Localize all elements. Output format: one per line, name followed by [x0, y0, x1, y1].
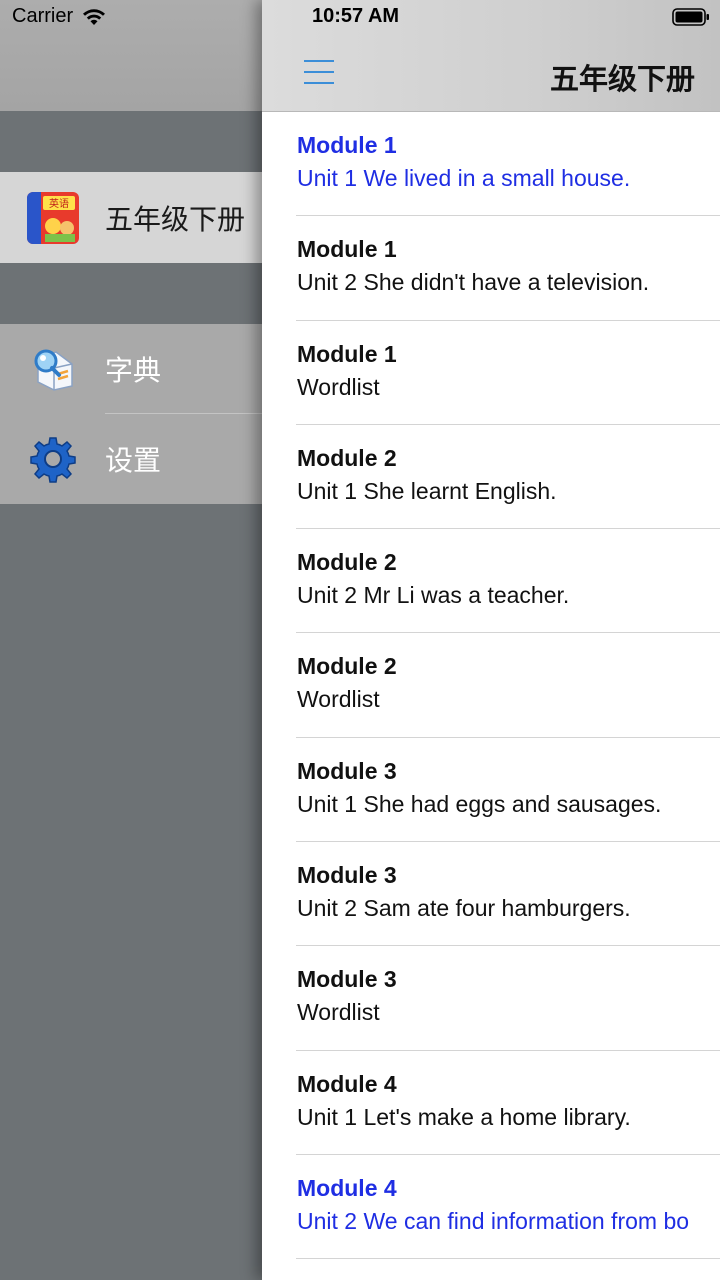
list-item[interactable]: Module 1 Unit 2 She didn't have a televis… [262, 216, 720, 321]
lesson-unit: Unit 1 Let's make a home library. [297, 1103, 631, 1130]
list-item[interactable]: Module 2 Wordlist [262, 633, 720, 738]
list-item[interactable]: Module 1 Wordlist [262, 321, 720, 425]
lesson-unit: Unit 1 We lived in a small house. [297, 165, 631, 191]
navigation-bar: 10:57 AM 五年级下册 [262, 0, 720, 112]
dictionary-search-icon [28, 344, 78, 394]
drawer-menu: 字典 设置 [0, 324, 262, 504]
lesson-list: Module 1 Unit 1 We lived in a small house… [262, 112, 720, 1260]
list-item[interactable]: Module 2 Unit 2 Mr Li was a teacher. [262, 529, 720, 634]
list-item[interactable]: Module 3 Unit 2 Sam ate four hamburgers. [262, 842, 720, 947]
lesson-module: Module 2 [297, 653, 397, 680]
lesson-unit: Wordlist [297, 999, 380, 1026]
lesson-module: Module 3 [297, 862, 397, 889]
lesson-module: Module 1 [297, 340, 397, 367]
lesson-module: Module 1 [297, 236, 397, 263]
row-separator [296, 1258, 720, 1260]
drawer-status-area: Carrier [0, 0, 262, 111]
carrier-label: Carrier [12, 5, 74, 27]
lesson-module: Module 4 [297, 1174, 397, 1201]
svg-text:英语: 英语 [49, 197, 69, 210]
menu-item-dictionary-label: 字典 [105, 354, 162, 387]
lesson-unit: Wordlist [297, 373, 380, 400]
lesson-unit: Unit 2 She didn't have a television. [297, 269, 650, 296]
lesson-module: Module 3 [297, 966, 397, 993]
gear-icon [28, 434, 78, 484]
lesson-module: Module 2 [297, 444, 397, 471]
status-bar-left: Carrier [12, 5, 107, 28]
battery-icon [672, 8, 710, 26]
list-item[interactable]: Module 4 Unit 2 We can find information f… [262, 1155, 720, 1260]
drawer-book-item[interactable]: 英语 五年级下册 [0, 172, 262, 263]
english-textbook-icon: 英语 [27, 191, 79, 244]
lesson-module: Module 2 [297, 549, 397, 576]
hamburger-menu-icon[interactable] [304, 58, 334, 86]
wifi-icon [81, 7, 107, 27]
page-title: 五年级下册 [549, 62, 695, 96]
side-drawer: Carrier 英语 五年级下册 字典 设置 [0, 0, 262, 1280]
lesson-unit: Wordlist [297, 686, 380, 713]
lesson-unit: Unit 2 We can find information from bo [297, 1207, 690, 1234]
menu-item-dictionary[interactable]: 字典 [0, 324, 262, 414]
lesson-module: Module 3 [297, 757, 397, 784]
main-panel: 10:57 AM 五年级下册 Module 1 Unit 1 We lived i… [262, 0, 720, 1280]
list-item[interactable]: Module 1 Unit 1 We lived in a small house… [262, 112, 720, 217]
status-time: 10:57 AM [312, 5, 400, 27]
lesson-unit: Unit 1 She had eggs and sausages. [297, 790, 662, 817]
list-item[interactable]: Module 3 Unit 1 She had eggs and sausages… [262, 738, 720, 843]
lesson-module: Module 1 [297, 132, 397, 158]
lesson-unit: Unit 1 She learnt English. [297, 477, 557, 504]
list-item[interactable]: Module 4 Unit 1 Let's make a home library… [262, 1051, 720, 1155]
drawer-book-label: 五年级下册 [105, 202, 246, 236]
menu-item-settings[interactable]: 设置 [0, 414, 262, 504]
list-item[interactable]: Module 2 Unit 1 She learnt English. [262, 425, 720, 530]
menu-item-settings-label: 设置 [105, 444, 162, 477]
list-item[interactable]: Module 3 Wordlist [262, 946, 720, 1051]
lesson-unit: Unit 2 Sam ate four hamburgers. [297, 895, 631, 922]
lesson-module: Module 4 [297, 1070, 397, 1097]
lesson-unit: Unit 2 Mr Li was a teacher. [297, 582, 570, 609]
